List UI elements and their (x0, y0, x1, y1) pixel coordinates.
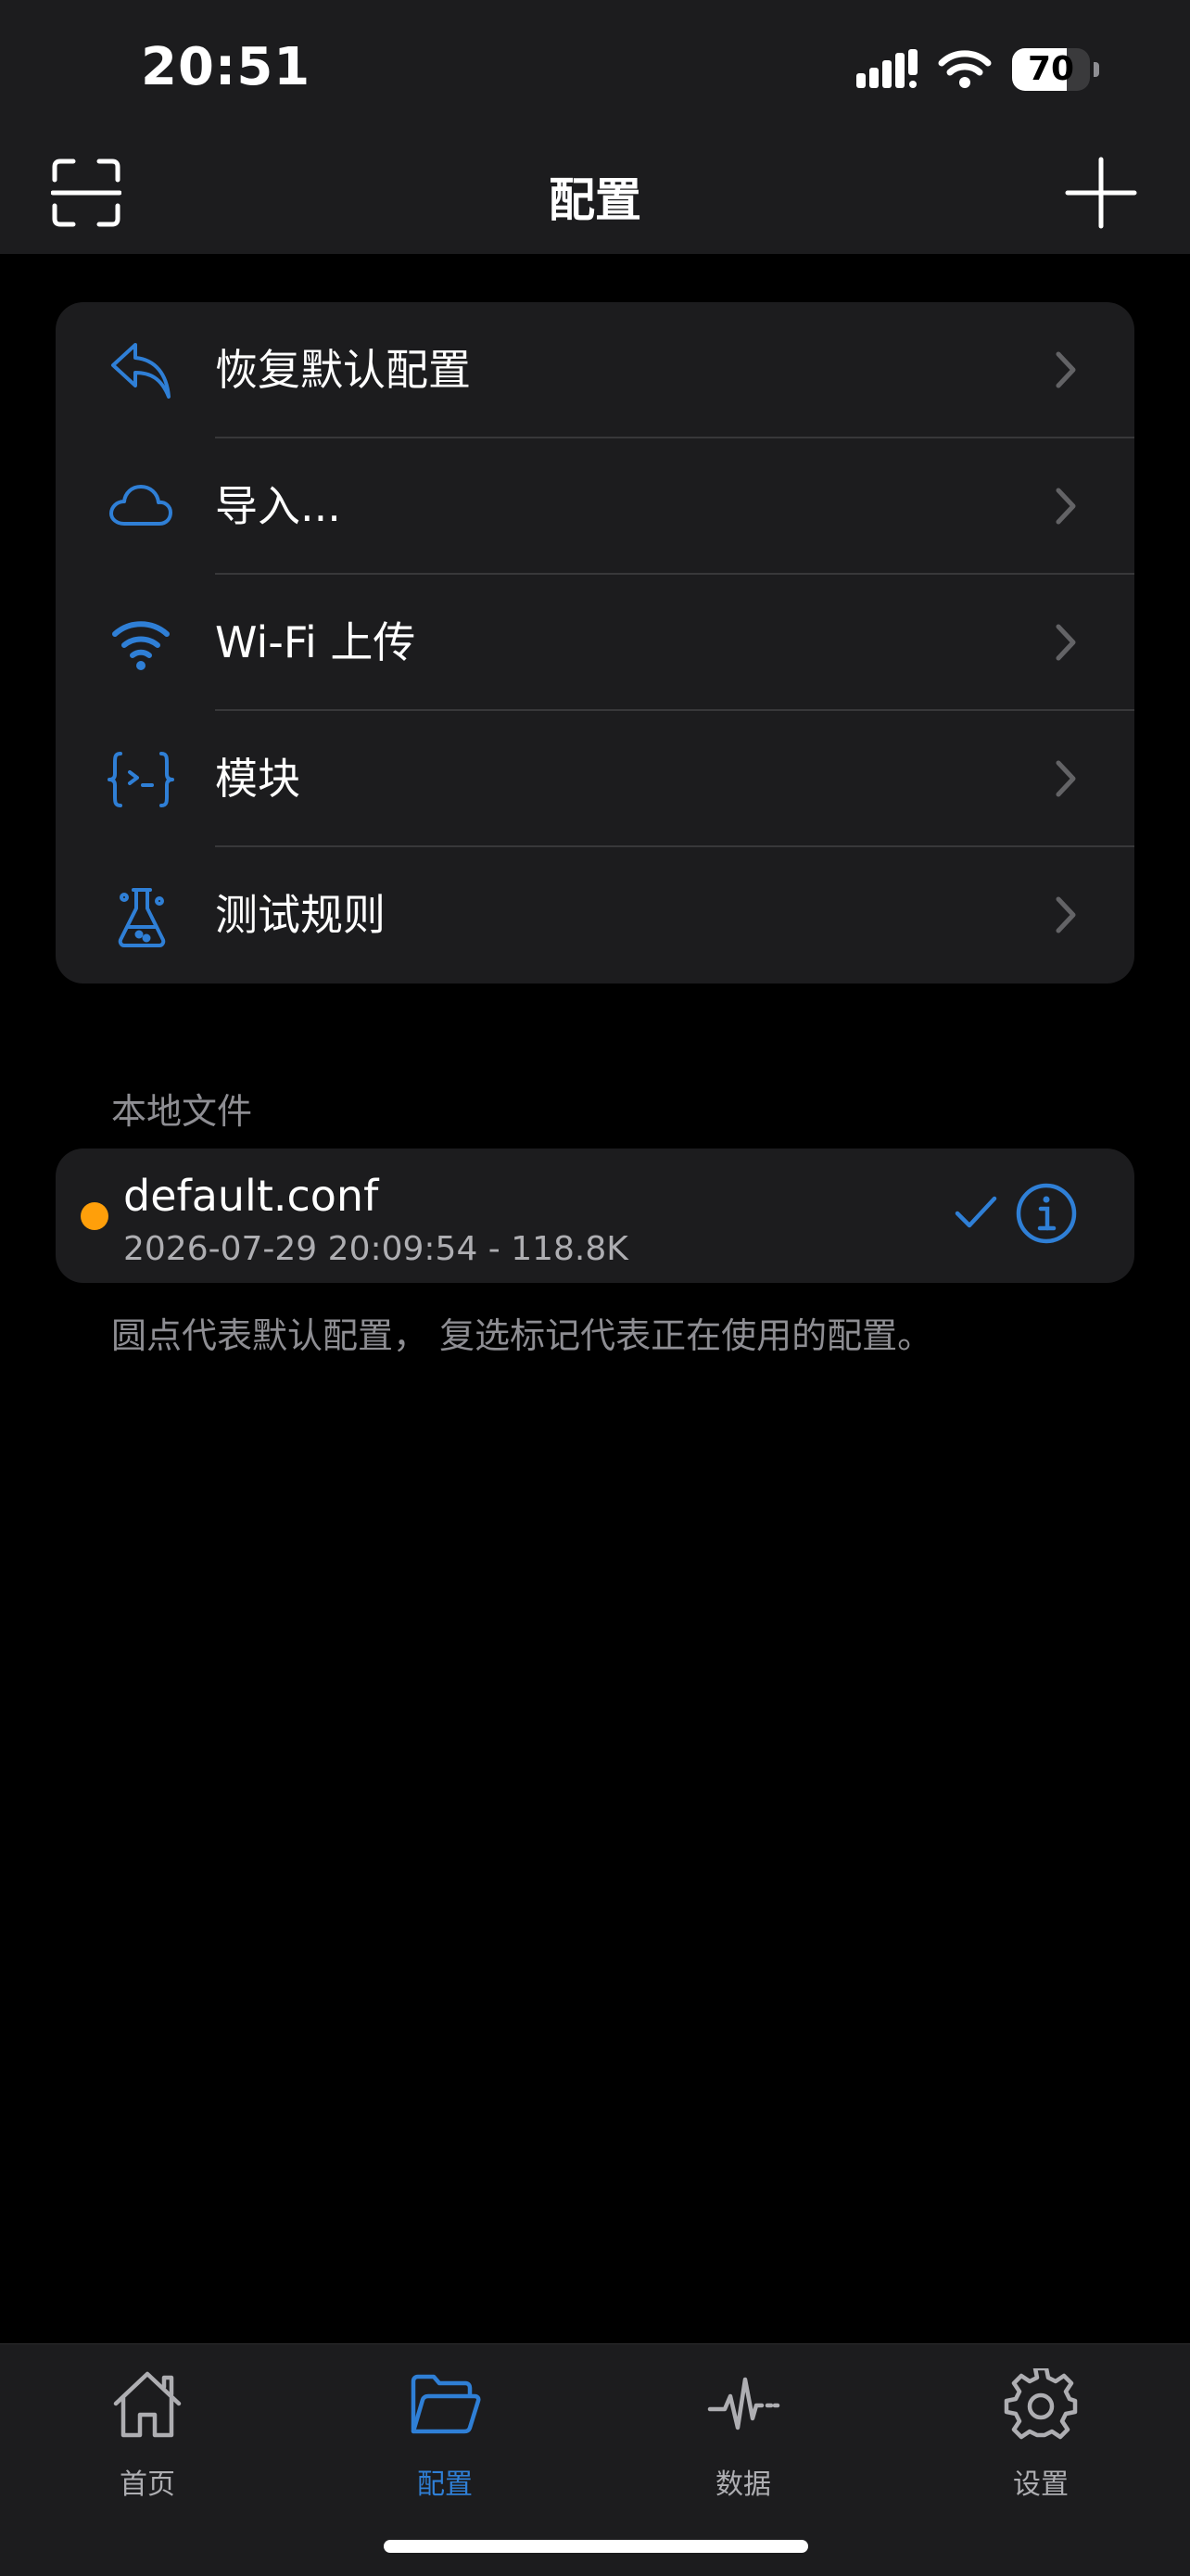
gear-icon (1004, 2368, 1078, 2440)
cellular-signal-icon (856, 49, 919, 90)
menu-item-import[interactable]: 导入... (56, 438, 1134, 575)
menu-item-label: 恢复默认配置 (215, 345, 471, 395)
status-time: 20:51 (141, 37, 311, 97)
file-meta: 2026-07-29 20:09:54 - 118.8K (123, 1230, 628, 1268)
menu-item-wifi-upload[interactable]: Wi-Fi 上传 (56, 575, 1134, 711)
house-icon (113, 2371, 182, 2438)
section-footer-note: 圆点代表默认配置， 复选标记代表正在使用的配置。 (111, 1315, 933, 1356)
wifi-status-icon (938, 48, 992, 89)
menu-item-modules[interactable]: 模块 (56, 711, 1134, 847)
tab-settings[interactable]: 设置 (948, 2363, 1133, 2501)
chevron-right-icon (1055, 487, 1077, 526)
section-header-local-files: 本地文件 (111, 1091, 253, 1132)
plus-icon[interactable] (1064, 156, 1138, 230)
tab-label: 首页 (120, 2468, 175, 2501)
navigation-bar: 配置 (0, 139, 1190, 254)
wifi-icon (108, 612, 174, 675)
waveform-icon (707, 2377, 780, 2430)
menu-item-label: 测试规则 (215, 890, 386, 940)
menu-item-test-rules[interactable]: 测试规则 (56, 847, 1134, 983)
battery-percentage: 70 (1027, 50, 1075, 88)
default-dot-icon (81, 1202, 108, 1230)
tab-config[interactable]: 配置 (352, 2363, 538, 2501)
flask-icon (108, 884, 174, 947)
tab-label: 数据 (715, 2468, 771, 2501)
chevron-right-icon (1055, 350, 1077, 389)
info-icon[interactable] (1015, 1182, 1078, 1245)
menu-item-label: 导入... (215, 481, 341, 531)
folder-icon (411, 2374, 481, 2434)
cloud-icon (108, 476, 174, 539)
page-title: 配置 (549, 173, 641, 227)
chevron-right-icon (1055, 623, 1077, 662)
config-actions-card: 恢复默认配置 导入... Wi-Fi 上传 模块 测试规则 (56, 302, 1134, 983)
menu-item-label: Wi-Fi 上传 (215, 617, 416, 667)
battery-tip (1094, 62, 1099, 77)
reply-icon (108, 339, 174, 402)
chevron-right-icon (1055, 895, 1077, 934)
curly-braces-icon (108, 748, 174, 811)
file-name: default.conf (123, 1171, 379, 1221)
menu-item-label: 模块 (215, 754, 300, 804)
home-indicator (384, 2540, 808, 2553)
file-row-default-conf[interactable]: default.conf 2026-07-29 20:09:54 - 118.8… (56, 1148, 1134, 1283)
battery-icon: 70 (1012, 48, 1090, 91)
checkmark-icon (955, 1195, 997, 1230)
tab-label: 设置 (1013, 2468, 1069, 2501)
tab-label: 配置 (417, 2468, 473, 2501)
chevron-right-icon (1055, 759, 1077, 798)
status-bar: 20:51 70 (0, 0, 1190, 139)
menu-item-restore-default[interactable]: 恢复默认配置 (56, 302, 1134, 438)
tab-data[interactable]: 数据 (651, 2363, 836, 2501)
tab-home[interactable]: 首页 (55, 2363, 240, 2501)
